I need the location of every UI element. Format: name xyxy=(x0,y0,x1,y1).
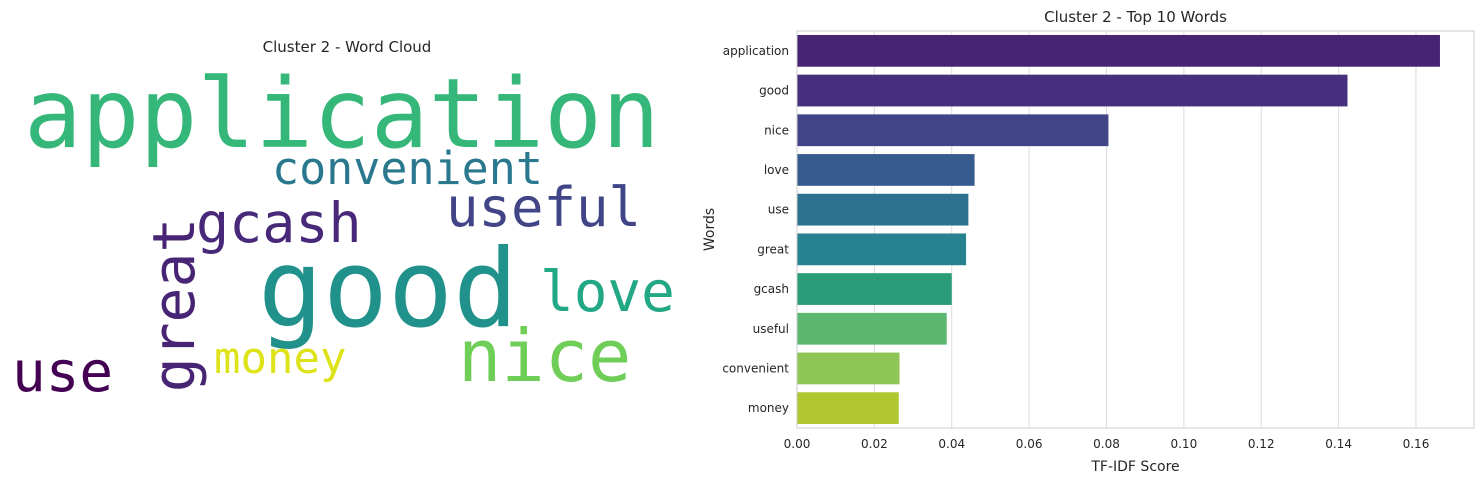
y-tick-label: gcash xyxy=(754,282,789,296)
y-tick-label: great xyxy=(757,242,789,256)
x-tick-label: 0.00 xyxy=(784,437,811,451)
bar-good xyxy=(797,74,1348,107)
y-tick-label: convenient xyxy=(722,361,789,375)
y-tick-label: nice xyxy=(764,123,789,137)
bar-money xyxy=(797,392,899,425)
x-tick-label: 0.12 xyxy=(1248,437,1275,451)
bar-useful xyxy=(797,312,947,345)
bar-gcash xyxy=(797,273,952,305)
x-tick-label: 0.08 xyxy=(1093,437,1120,451)
bar-nice xyxy=(797,114,1109,147)
bar-application xyxy=(797,34,1440,67)
y-tick-label: application xyxy=(723,44,789,58)
x-tick-label: 0.16 xyxy=(1403,437,1430,451)
y-tick-label: money xyxy=(748,401,789,415)
x-tick-label: 0.06 xyxy=(1016,437,1043,451)
x-tick-label: 0.10 xyxy=(1170,437,1197,451)
y-axis-label: Words xyxy=(702,208,718,251)
y-tick-label: use xyxy=(768,203,789,217)
y-tick-label: good xyxy=(759,84,789,98)
bar-great xyxy=(797,233,967,266)
chart-title: Cluster 2 - Top 10 Words xyxy=(1044,8,1227,26)
y-tick-label: useful xyxy=(753,322,789,336)
x-tick-label: 0.02 xyxy=(861,437,888,451)
x-tick-label: 0.04 xyxy=(938,437,965,451)
bar-use xyxy=(797,193,969,226)
x-axis-label: TF-IDF Score xyxy=(1090,459,1179,475)
bar-love xyxy=(797,154,975,186)
bar-chart: 0.00 0.02 0.04 0.06 0.08 0.10 0.12 0.14 0.16 appl… xyxy=(702,8,1475,475)
x-tick-label: 0.14 xyxy=(1325,437,1352,451)
y-tick-label: love xyxy=(764,163,789,177)
bar-convenient xyxy=(797,352,900,385)
